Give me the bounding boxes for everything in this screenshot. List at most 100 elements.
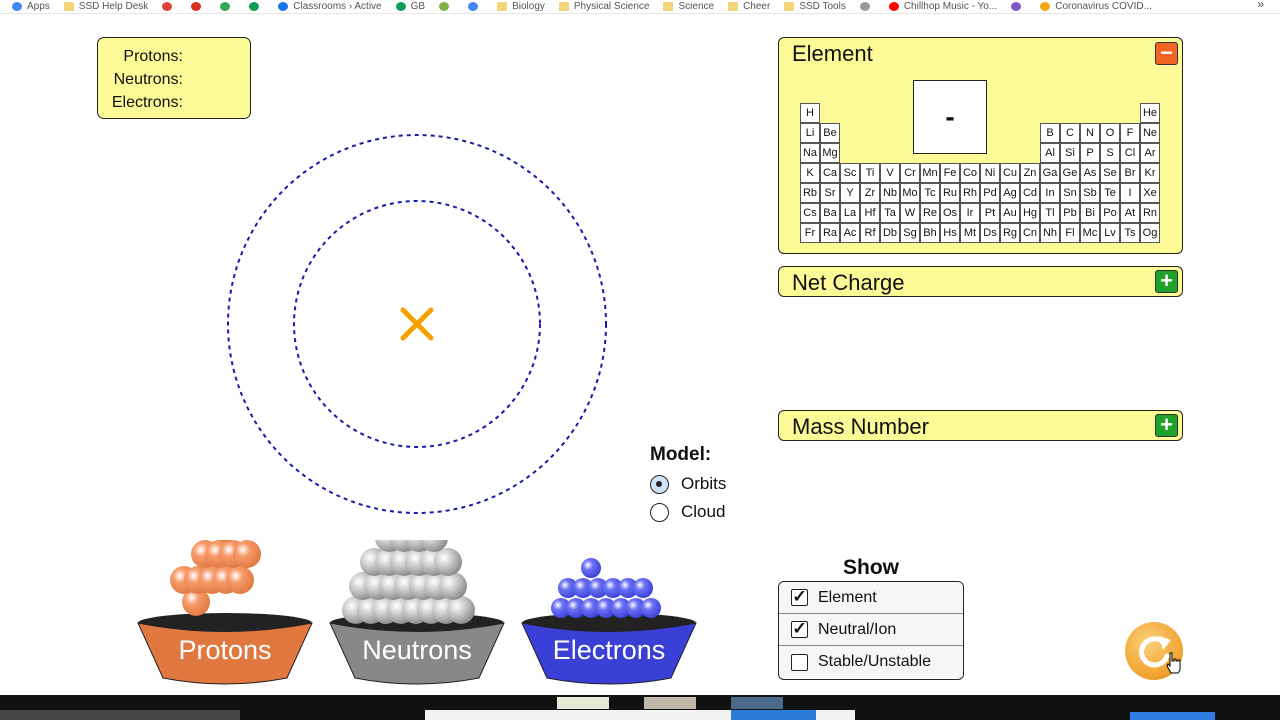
element-cell-si[interactable]: Si <box>1060 143 1080 163</box>
element-checkbox[interactable]: ✓ <box>791 588 808 606</box>
element-cell-mo[interactable]: Mo <box>900 183 920 203</box>
element-cell-ge[interactable]: Ge <box>1060 163 1080 183</box>
collapse-element-button[interactable]: − <box>1155 42 1178 65</box>
element-cell-hs[interactable]: Hs <box>940 223 960 243</box>
expand-net-charge-button[interactable]: + <box>1155 270 1178 293</box>
element-cell-ds[interactable]: Ds <box>980 223 1000 243</box>
electron-particle[interactable] <box>581 558 601 578</box>
element-cell-as[interactable]: As <box>1080 163 1100 183</box>
model-option-orbits[interactable]: Orbits <box>650 470 726 498</box>
element-cell-bi[interactable]: Bi <box>1080 203 1100 223</box>
element-cell-sc[interactable]: Sc <box>840 163 860 183</box>
element-cell-mt[interactable]: Mt <box>960 223 980 243</box>
element-cell-ba[interactable]: Ba <box>820 203 840 223</box>
taskbar-thumbnail-1[interactable] <box>557 697 609 709</box>
element-cell-ts[interactable]: Ts <box>1120 223 1140 243</box>
bookmark-ssd-tools[interactable]: SSD Tools <box>784 1 846 12</box>
element-cell-fl[interactable]: Fl <box>1060 223 1080 243</box>
element-cell-he[interactable]: He <box>1140 103 1160 123</box>
orbits-radio[interactable] <box>650 474 669 494</box>
element-cell-fe[interactable]: Fe <box>940 163 960 183</box>
element-cell-v[interactable]: V <box>880 163 900 183</box>
element-cell-co[interactable]: Co <box>960 163 980 183</box>
proton-particle[interactable] <box>226 566 254 594</box>
element-cell-o[interactable]: O <box>1100 123 1120 143</box>
element-cell-h[interactable]: H <box>800 103 820 123</box>
element-cell-na[interactable]: Na <box>800 143 820 163</box>
element-cell-rh[interactable]: Rh <box>960 183 980 203</box>
element-cell-i[interactable]: I <box>1120 183 1140 203</box>
element-cell-ag[interactable]: Ag <box>1000 183 1020 203</box>
element-cell-pb[interactable]: Pb <box>1060 203 1080 223</box>
element-cell-b[interactable]: B <box>1040 123 1060 143</box>
element-cell-cd[interactable]: Cd <box>1020 183 1040 203</box>
neutron-particle[interactable] <box>439 572 467 600</box>
element-cell-zr[interactable]: Zr <box>860 183 880 203</box>
expand-mass-number-button[interactable]: + <box>1155 414 1178 437</box>
element-cell-cr[interactable]: Cr <box>900 163 920 183</box>
element-cell-ne[interactable]: Ne <box>1140 123 1160 143</box>
element-cell-k[interactable]: K <box>800 163 820 183</box>
element-cell-mc[interactable]: Mc <box>1080 223 1100 243</box>
element-cell-br[interactable]: Br <box>1120 163 1140 183</box>
element-cell-al[interactable]: Al <box>1040 143 1060 163</box>
element-cell-sb[interactable]: Sb <box>1080 183 1100 203</box>
element-cell-au[interactable]: Au <box>1000 203 1020 223</box>
element-cell-mg[interactable]: Mg <box>820 143 840 163</box>
element-cell-po[interactable]: Po <box>1100 203 1120 223</box>
element-cell-sn[interactable]: Sn <box>1060 183 1080 203</box>
element-cell-cl[interactable]: Cl <box>1120 143 1140 163</box>
stable-unstable-checkbox[interactable] <box>791 653 808 671</box>
element-cell-se[interactable]: Se <box>1100 163 1120 183</box>
bookmark-cheer[interactable]: Cheer <box>728 1 770 12</box>
element-cell-rf[interactable]: Rf <box>860 223 880 243</box>
element-cell-zn[interactable]: Zn <box>1020 163 1040 183</box>
proton-particle[interactable] <box>233 540 261 568</box>
neutral-ion-checkbox[interactable]: ✓ <box>791 620 808 638</box>
protons-bucket[interactable]: Protons <box>137 514 313 690</box>
element-cell-p[interactable]: P <box>1080 143 1100 163</box>
element-cell-cs[interactable]: Cs <box>800 203 820 223</box>
element-cell-in[interactable]: In <box>1040 183 1060 203</box>
element-cell-ni[interactable]: Ni <box>980 163 1000 183</box>
electrons-bucket[interactable]: Electrons <box>521 540 697 690</box>
element-cell-ta[interactable]: Ta <box>880 203 900 223</box>
element-cell-ti[interactable]: Ti <box>860 163 880 183</box>
element-cell-ca[interactable]: Ca <box>820 163 840 183</box>
taskbar-thumbnail-2[interactable] <box>644 697 696 709</box>
bookmark-coronavirus-covid[interactable]: Coronavirus COVID... <box>1040 1 1152 12</box>
element-cell-fr[interactable]: Fr <box>800 223 820 243</box>
element-cell-li[interactable]: Li <box>800 123 820 143</box>
element-cell-os[interactable]: Os <box>940 203 960 223</box>
element-cell-pt[interactable]: Pt <box>980 203 1000 223</box>
element-cell-nb[interactable]: Nb <box>880 183 900 203</box>
element-cell-ar[interactable]: Ar <box>1140 143 1160 163</box>
element-cell-ra[interactable]: Ra <box>820 223 840 243</box>
element-cell-c[interactable]: C <box>1060 123 1080 143</box>
element-cell-cn[interactable]: Cn <box>1020 223 1040 243</box>
show-stable-unstable-option[interactable]: Stable/Unstable <box>779 646 963 678</box>
neutron-particle[interactable] <box>434 548 462 576</box>
element-cell-ir[interactable]: Ir <box>960 203 980 223</box>
element-cell-db[interactable]: Db <box>880 223 900 243</box>
element-cell-sg[interactable]: Sg <box>900 223 920 243</box>
bookmarks-overflow-icon[interactable]: » <box>1257 0 1264 11</box>
bookmark-lightbulb[interactable] <box>859 2 875 11</box>
net-charge-panel[interactable]: Net Charge + <box>778 266 1183 297</box>
neutron-particle[interactable] <box>447 596 475 624</box>
bookmark-chillhop-music-yo[interactable]: Chillhop Music - Yo... <box>888 1 997 12</box>
show-element-option[interactable]: ✓ Element <box>779 582 963 614</box>
element-cell-lv[interactable]: Lv <box>1100 223 1120 243</box>
cloud-radio[interactable] <box>650 502 669 522</box>
element-cell-sr[interactable]: Sr <box>820 183 840 203</box>
element-cell-s[interactable]: S <box>1100 143 1120 163</box>
element-cell-og[interactable]: Og <box>1140 223 1160 243</box>
show-neutral-ion-option[interactable]: ✓ Neutral/Ion <box>779 614 963 646</box>
element-cell-f[interactable]: F <box>1120 123 1140 143</box>
element-cell-mn[interactable]: Mn <box>920 163 940 183</box>
element-cell-rb[interactable]: Rb <box>800 183 820 203</box>
neutrons-bucket[interactable]: Neutrons <box>329 500 505 690</box>
element-cell-be[interactable]: Be <box>820 123 840 143</box>
element-cell-xe[interactable]: Xe <box>1140 183 1160 203</box>
element-cell-n[interactable]: N <box>1080 123 1100 143</box>
